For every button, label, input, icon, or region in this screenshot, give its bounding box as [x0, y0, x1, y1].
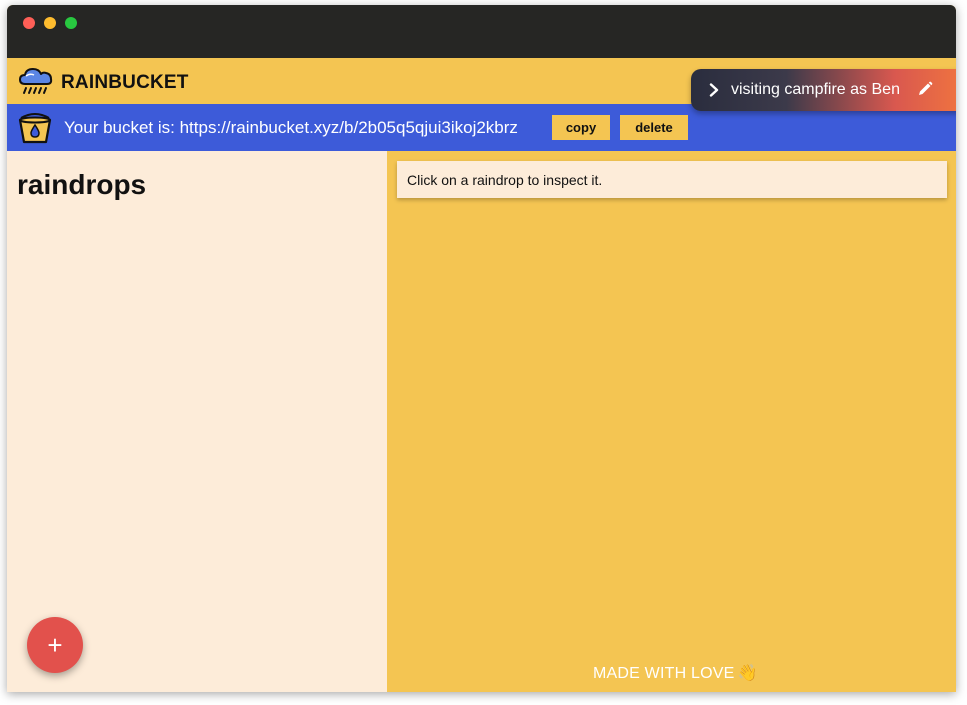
- hint-card: Click on a raindrop to inspect it.: [397, 161, 947, 198]
- raindrops-panel: raindrops +: [7, 151, 387, 692]
- hint-text: Click on a raindrop to inspect it.: [407, 172, 603, 188]
- raindrops-heading: raindrops: [17, 169, 147, 200]
- footer: MADE WITH LOVE 👋: [593, 663, 758, 683]
- window-titlebar: [7, 5, 956, 58]
- bucket-url-text: Your bucket is: https://rainbucket.xyz/b…: [64, 118, 518, 137]
- app-title: RAINBUCKET: [61, 72, 189, 93]
- visitor-text: visiting campfire as Ben: [731, 81, 900, 98]
- app-header: RAINBUCKET visiting campfire as Ben: [7, 58, 956, 111]
- footer-text: MADE WITH LOVE: [593, 665, 735, 682]
- delete-button[interactable]: delete: [620, 115, 688, 140]
- pencil-icon[interactable]: [917, 81, 933, 97]
- minimize-window-button[interactable]: [44, 17, 56, 29]
- close-window-button[interactable]: [23, 17, 35, 29]
- add-raindrop-button[interactable]: +: [27, 617, 83, 673]
- rain-cloud-icon: [17, 66, 55, 96]
- visitor-banner[interactable]: visiting campfire as Ben: [691, 69, 956, 111]
- maximize-window-button[interactable]: [65, 17, 77, 29]
- bucket-bar: Your bucket is: https://rainbucket.xyz/b…: [7, 104, 956, 151]
- app-window: RAINBUCKET visiting campfire as Ben Your…: [7, 5, 956, 692]
- bucket-icon: [17, 112, 53, 144]
- inspector-panel: Click on a raindrop to inspect it. MADE …: [387, 151, 956, 692]
- copy-button[interactable]: copy: [552, 115, 610, 140]
- chevron-right-icon[interactable]: [709, 83, 719, 97]
- waving-hand-icon: 👋: [737, 665, 758, 682]
